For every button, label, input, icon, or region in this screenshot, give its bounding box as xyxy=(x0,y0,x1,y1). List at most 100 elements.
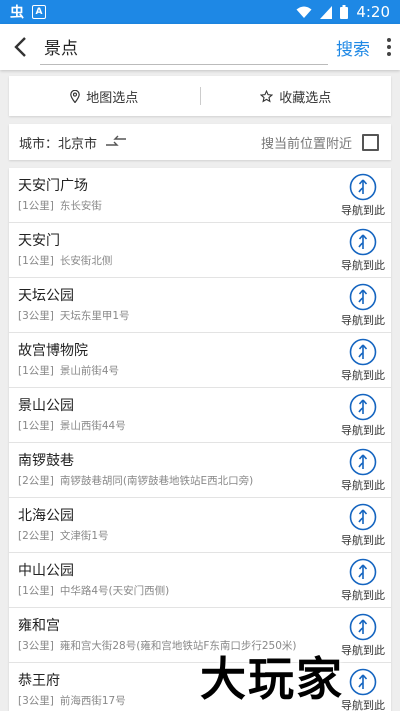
place-name: 北海公园 xyxy=(18,508,74,524)
place-distance: [1公里] xyxy=(18,365,54,377)
navigate-button[interactable]: 导航到此 xyxy=(335,283,391,328)
place-address: 天坛东里甲1号 xyxy=(59,310,130,322)
navigate-label: 导航到此 xyxy=(341,423,385,437)
navigate-label: 导航到此 xyxy=(341,478,385,492)
a-icon: A xyxy=(32,5,46,19)
map-select-button[interactable]: 地图选点 xyxy=(9,87,200,106)
place-address: 东长安街 xyxy=(59,200,102,212)
map-select-label: 地图选点 xyxy=(86,90,139,106)
place-detail: [3公里] 天坛东里甲1号 xyxy=(18,308,335,324)
clock: 4:20 xyxy=(356,3,390,21)
more-menu-icon[interactable] xyxy=(378,38,400,56)
place-address: 中华路4号(天安门西侧) xyxy=(59,585,170,597)
search-button[interactable]: 搜索 xyxy=(328,35,378,60)
navigate-button[interactable]: 导航到此 xyxy=(335,393,391,438)
battery-icon xyxy=(340,5,349,19)
place-address: 南锣鼓巷胡同(南锣鼓巷地铁站E西北口旁) xyxy=(59,475,254,487)
place-distance: [1公里] xyxy=(18,255,54,267)
place-distance: [1公里] xyxy=(18,420,54,432)
back-button[interactable] xyxy=(0,24,40,70)
switch-city-icon[interactable] xyxy=(105,135,127,149)
navigate-label: 导航到此 xyxy=(341,313,385,327)
navigate-button[interactable]: 导航到此 xyxy=(335,503,391,548)
search-bar: 搜索 xyxy=(0,24,400,70)
result-list: 天安门广场 [1公里] 东长安街 导航到此 天安门 [1公里] 长安街北侧 导航到此… xyxy=(9,168,391,711)
search-input[interactable] xyxy=(40,29,328,65)
navigate-label: 导航到此 xyxy=(341,588,385,602)
list-item-text: 景山公园 [1公里] 景山西街44号 xyxy=(9,396,335,434)
city-label: 城市：北京市 xyxy=(19,136,98,152)
favorite-select-button[interactable]: 收藏选点 xyxy=(201,87,392,106)
navigation-icon xyxy=(349,448,377,475)
list-item-text: 天坛公园 [3公里] 天坛东里甲1号 xyxy=(9,286,335,324)
navigate-label: 导航到此 xyxy=(341,533,385,547)
wifi-icon xyxy=(296,6,312,18)
navigate-label: 导航到此 xyxy=(341,258,385,272)
place-name: 天安门 xyxy=(18,233,60,249)
navigation-icon xyxy=(349,338,377,365)
place-distance: [2公里] xyxy=(18,475,54,487)
city-bar: 城市：北京市 搜当前位置附近 xyxy=(9,124,391,160)
list-item-text: 北海公园 [2公里] 文津街1号 xyxy=(9,506,335,544)
list-item[interactable]: 故宫博物院 [1公里] 景山前街4号 导航到此 xyxy=(9,333,391,388)
list-item[interactable]: 北海公园 [2公里] 文津街1号 导航到此 xyxy=(9,498,391,553)
nearby-checkbox[interactable] xyxy=(362,133,379,151)
location-pin-icon xyxy=(70,89,81,103)
navigation-icon xyxy=(349,173,377,200)
place-distance: [3公里] xyxy=(18,640,54,652)
place-name: 故宫博物院 xyxy=(18,343,88,359)
place-name: 雍和宫 xyxy=(18,618,60,634)
place-address: 文津街1号 xyxy=(59,530,109,542)
navigation-icon xyxy=(349,228,377,255)
list-item-text: 中山公园 [1公里] 中华路4号(天安门西侧) xyxy=(9,561,335,599)
place-detail: [1公里] 长安街北侧 xyxy=(18,253,335,269)
place-address: 景山西街44号 xyxy=(59,420,126,432)
list-item[interactable]: 天安门 [1公里] 长安街北侧 导航到此 xyxy=(9,223,391,278)
list-item[interactable]: 天安门广场 [1公里] 东长安街 导航到此 xyxy=(9,168,391,223)
navigate-label: 导航到此 xyxy=(341,368,385,382)
place-name: 景山公园 xyxy=(18,398,74,414)
chevron-left-icon xyxy=(14,37,26,57)
list-item-text: 故宫博物院 [1公里] 景山前街4号 xyxy=(9,341,335,379)
list-item[interactable]: 天坛公园 [3公里] 天坛东里甲1号 导航到此 xyxy=(9,278,391,333)
navigation-icon xyxy=(349,503,377,530)
place-address: 长安街北侧 xyxy=(59,255,113,267)
place-distance: [2公里] xyxy=(18,530,54,542)
app-notification-icon: 虫 xyxy=(10,5,24,21)
status-bar: 虫 A 4:20 xyxy=(0,0,400,24)
watermark: 大玩家 xyxy=(200,652,344,706)
select-point-card: 地图选点 收藏选点 xyxy=(9,76,391,116)
place-address: 景山前街4号 xyxy=(59,365,120,377)
place-distance: [3公里] xyxy=(18,310,54,322)
place-address: 前海西街17号 xyxy=(59,695,126,707)
favorite-select-label: 收藏选点 xyxy=(279,90,332,106)
navigation-icon xyxy=(349,558,377,585)
navigate-button[interactable]: 导航到此 xyxy=(335,338,391,383)
navigate-button[interactable]: 导航到此 xyxy=(335,173,391,218)
list-item-text: 天安门 [1公里] 长安街北侧 xyxy=(9,231,335,269)
place-name: 天坛公园 xyxy=(18,288,74,304)
nearby-label: 搜当前位置附近 xyxy=(260,136,352,152)
place-detail: [2公里] 南锣鼓巷胡同(南锣鼓巷地铁站E西北口旁) xyxy=(18,473,335,489)
navigate-button[interactable]: 导航到此 xyxy=(335,558,391,603)
place-detail: [2公里] 文津街1号 xyxy=(18,528,335,544)
list-item[interactable]: 中山公园 [1公里] 中华路4号(天安门西侧) 导航到此 xyxy=(9,553,391,608)
signal-icon xyxy=(320,5,333,19)
list-item-text: 天安门广场 [1公里] 东长安街 xyxy=(9,176,335,214)
navigation-icon xyxy=(349,613,377,640)
place-distance: [3公里] xyxy=(18,695,54,707)
place-detail: [1公里] 中华路4号(天安门西侧) xyxy=(18,583,335,599)
list-item[interactable]: 南锣鼓巷 [2公里] 南锣鼓巷胡同(南锣鼓巷地铁站E西北口旁) 导航到此 xyxy=(9,443,391,498)
place-distance: [1公里] xyxy=(18,200,54,212)
place-detail: [1公里] 东长安街 xyxy=(18,198,335,214)
navigate-button[interactable]: 导航到此 xyxy=(335,228,391,273)
place-name: 中山公园 xyxy=(18,563,74,579)
navigate-button[interactable]: 导航到此 xyxy=(335,448,391,493)
list-item[interactable]: 景山公园 [1公里] 景山西街44号 导航到此 xyxy=(9,388,391,443)
place-name: 南锣鼓巷 xyxy=(18,453,74,469)
star-icon xyxy=(260,89,274,102)
place-name: 天安门广场 xyxy=(18,178,88,194)
navigate-label: 导航到此 xyxy=(341,203,385,217)
place-detail: [1公里] 景山前街4号 xyxy=(18,363,335,379)
nearby-toggle[interactable]: 搜当前位置附近 xyxy=(261,133,391,152)
